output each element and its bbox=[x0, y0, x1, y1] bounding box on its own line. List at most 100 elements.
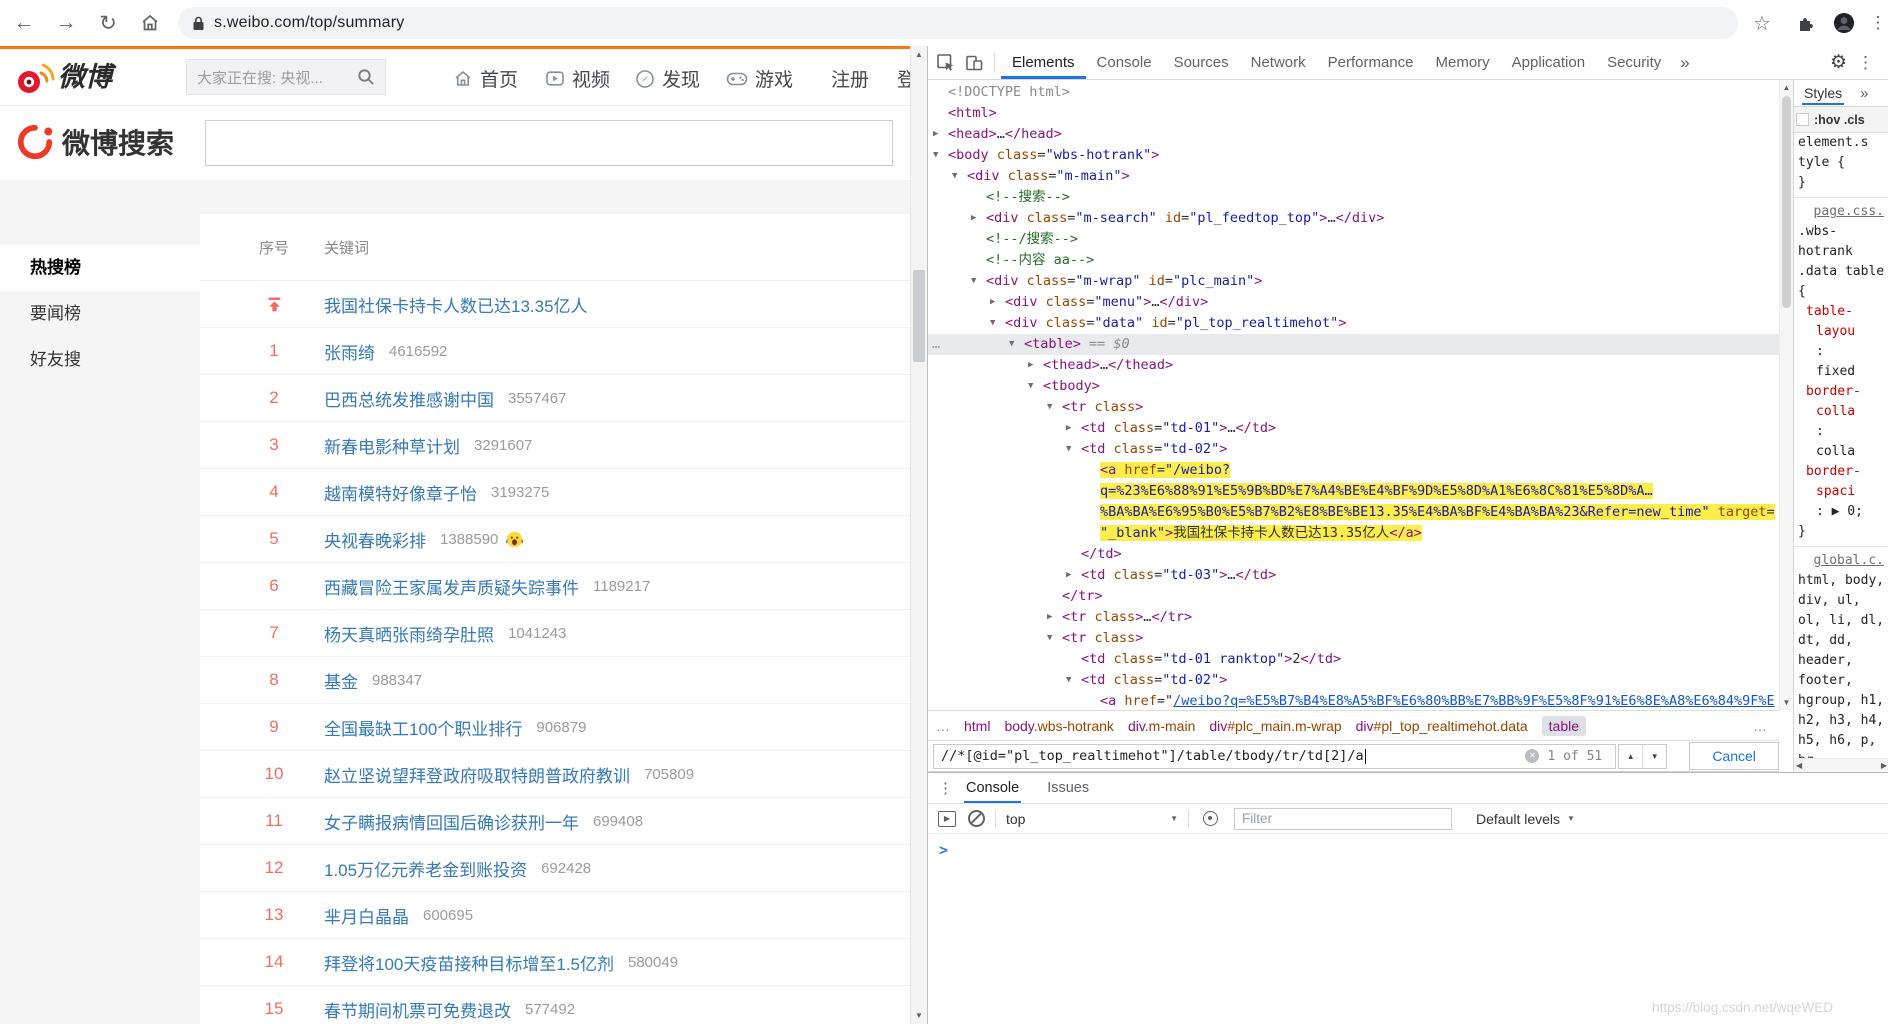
collapse-arrow-icon[interactable]: ▼ bbox=[1047, 397, 1052, 418]
console-sidebar-toggle-icon[interactable]: ▶ bbox=[938, 811, 956, 827]
inspect-element-icon[interactable] bbox=[932, 49, 960, 77]
back-icon[interactable]: ← bbox=[8, 7, 40, 39]
expand-arrow-icon[interactable]: ▶ bbox=[933, 124, 938, 145]
reload-icon[interactable]: ↻ bbox=[92, 7, 124, 39]
styles-filter-input[interactable] bbox=[1796, 113, 1809, 126]
more-tabs-icon[interactable]: » bbox=[1680, 53, 1689, 73]
collapse-arrow-icon[interactable]: ▼ bbox=[1066, 670, 1071, 691]
console-prompt[interactable]: > bbox=[939, 841, 948, 859]
dom-tree-node[interactable]: </tr> bbox=[928, 586, 1779, 607]
keyword-link[interactable]: 越南模特好像章子怡 bbox=[324, 480, 477, 505]
devtools-tab-elements[interactable]: Elements bbox=[1001, 46, 1086, 79]
console-output[interactable]: > https://blog.csdn.net/wqeWED bbox=[928, 834, 1888, 1023]
browser-menu-icon[interactable]: ⋮ bbox=[1862, 7, 1888, 39]
page-scrollbar[interactable]: ▲ ▼ bbox=[910, 46, 927, 1024]
keyword-link[interactable]: 新春电影种草计划 bbox=[324, 433, 460, 458]
elements-scrollbar-thumb[interactable] bbox=[1782, 96, 1791, 308]
main-search-input[interactable] bbox=[205, 120, 893, 166]
expand-arrow-icon[interactable]: ▶ bbox=[1066, 565, 1071, 586]
collapse-arrow-icon[interactable]: ▼ bbox=[1047, 628, 1052, 649]
keyword-link[interactable]: 我国社保卡持卡人数已达13.35亿人 bbox=[324, 292, 588, 317]
dom-tree-node[interactable]: </td> bbox=[928, 544, 1779, 565]
breadcrumb-item-body[interactable]: body.wbs-hotrank bbox=[1004, 718, 1113, 734]
breadcrumb-overflow-left[interactable]: … bbox=[936, 718, 950, 734]
browser-home-icon[interactable] bbox=[134, 7, 166, 39]
devtools-tab-performance[interactable]: Performance bbox=[1317, 46, 1425, 79]
styles-scroll-left-icon[interactable]: ◀ bbox=[1796, 761, 1802, 770]
styles-more-icon[interactable]: » bbox=[1860, 85, 1868, 102]
dom-tree-node[interactable]: ▼<td class="td-02"> bbox=[928, 670, 1779, 691]
scroll-up-icon[interactable]: ▲ bbox=[911, 50, 927, 59]
sidebar-item-热搜榜[interactable]: 热搜榜 bbox=[0, 245, 200, 291]
dom-tree-node[interactable]: ▶<tr class>…</tr> bbox=[928, 607, 1779, 628]
keyword-link[interactable]: 张雨绮 bbox=[324, 339, 375, 364]
dom-tree-node[interactable]: "_blank">我国社保卡持卡人数已达13.35亿人</a> bbox=[928, 523, 1779, 544]
elements-scroll-up-icon[interactable]: ▲ bbox=[1780, 83, 1793, 92]
nav-item-游戏[interactable]: 游戏 bbox=[726, 65, 793, 92]
keyword-link[interactable]: 芈月白晶晶 bbox=[324, 903, 409, 928]
keyword-link[interactable]: 女子瞒报病情回国后确诊获刑一年 bbox=[324, 809, 579, 834]
dom-tree-node[interactable]: <!--/搜索--> bbox=[928, 229, 1779, 250]
keyword-link[interactable]: 全国最缺工100个职业排行 bbox=[324, 715, 522, 740]
collapse-arrow-icon[interactable]: ▼ bbox=[971, 271, 976, 292]
header-search-input[interactable]: 大家正在搜: 央视... bbox=[186, 59, 386, 95]
dom-tree-node[interactable]: <a href="/weibo?q=%E5%B7%B4%E8%A5%BF%E6%… bbox=[928, 691, 1779, 710]
collapse-arrow-icon[interactable]: ▼ bbox=[990, 313, 995, 334]
dom-tree-node[interactable]: ▼<div class="m-wrap" id="plc_main"> bbox=[928, 271, 1779, 292]
bookmark-star-icon[interactable]: ☆ bbox=[1746, 7, 1778, 39]
keyword-link[interactable]: 基金 bbox=[324, 668, 358, 693]
clear-search-icon[interactable]: ✕ bbox=[1525, 749, 1539, 763]
keyword-link[interactable]: 春节期间机票可免费退改 bbox=[324, 997, 511, 1022]
weibo-logo[interactable]: 微博 bbox=[14, 58, 112, 96]
dom-tree-node[interactable]: ▶<thead>…</thead> bbox=[928, 355, 1779, 376]
breadcrumb-item-div[interactable]: div.m-main bbox=[1128, 718, 1195, 734]
elements-scroll-down-icon[interactable]: ▼ bbox=[1780, 698, 1793, 707]
dom-tree-node[interactable]: ▼<div class="m-main"> bbox=[928, 166, 1779, 187]
expand-arrow-icon[interactable]: ▶ bbox=[1047, 607, 1052, 628]
collapse-arrow-icon[interactable]: ▼ bbox=[1066, 439, 1071, 460]
keyword-link[interactable]: 拜登将100天疫苗接种目标增至1.5亿剂 bbox=[324, 950, 614, 975]
dom-tree-node[interactable]: …▼<table> == $0 bbox=[928, 334, 1779, 355]
expand-arrow-icon[interactable]: ▶ bbox=[990, 292, 995, 313]
dom-tree-node[interactable]: <td class="td-01 ranktop">2</td> bbox=[928, 649, 1779, 670]
address-bar[interactable]: s.weibo.com/top/summary bbox=[178, 7, 1738, 39]
styles-hscrollbar[interactable]: ◀ ▶ bbox=[1794, 758, 1888, 772]
clear-console-icon[interactable] bbox=[968, 810, 985, 827]
keyword-link[interactable]: 央视春晚彩排 bbox=[324, 527, 426, 552]
extension-icon[interactable] bbox=[1790, 7, 1822, 39]
nav-item-首页[interactable]: 首页 bbox=[453, 65, 518, 92]
breadcrumb-item-table[interactable]: table bbox=[1542, 716, 1586, 736]
live-expression-eye-icon[interactable] bbox=[1203, 811, 1218, 826]
dom-tree-node[interactable]: <!--内容 aa--> bbox=[928, 250, 1779, 271]
console-filter-input[interactable]: Filter bbox=[1234, 808, 1452, 830]
dom-tree-node[interactable]: ▼<tr class> bbox=[928, 397, 1779, 418]
dom-tree-node[interactable]: ▼<td class="td-02"> bbox=[928, 439, 1779, 460]
dom-tree-node[interactable]: ▼<div class="data" id="pl_top_realtimeho… bbox=[928, 313, 1779, 334]
cancel-button[interactable]: Cancel bbox=[1689, 742, 1779, 770]
dom-tree-node[interactable]: ▶<div class="menu">…</div> bbox=[928, 292, 1779, 313]
collapse-arrow-icon[interactable]: ▼ bbox=[1028, 376, 1033, 397]
dom-tree-node[interactable]: ▼<tbody> bbox=[928, 376, 1779, 397]
nav-item-视频[interactable]: 视频 bbox=[545, 65, 610, 92]
settings-gear-icon[interactable]: ⚙ bbox=[1830, 51, 1847, 74]
register-link[interactable]: 注册 bbox=[831, 65, 869, 92]
avatar[interactable] bbox=[1828, 7, 1860, 39]
dom-tree-node[interactable]: <html> bbox=[928, 103, 1779, 124]
login-link[interactable]: 登 bbox=[897, 65, 910, 92]
breadcrumb-item-div[interactable]: div#plc_main.m-wrap bbox=[1209, 718, 1341, 734]
device-toolbar-icon[interactable] bbox=[960, 49, 988, 77]
breadcrumb-item-div[interactable]: div#pl_top_realtimehot.data bbox=[1356, 718, 1528, 734]
devtools-tab-memory[interactable]: Memory bbox=[1425, 46, 1501, 79]
breadcrumb-overflow-right[interactable]: … bbox=[1753, 718, 1767, 734]
next-match-icon[interactable]: ▼ bbox=[1642, 745, 1666, 768]
devtools-tab-network[interactable]: Network bbox=[1240, 46, 1317, 79]
nav-item-发现[interactable]: 发现 bbox=[635, 65, 700, 92]
devtools-tab-application[interactable]: Application bbox=[1501, 46, 1596, 79]
dom-tree-node[interactable]: ▶<div class="m-search" id="pl_feedtop_to… bbox=[928, 208, 1779, 229]
context-select[interactable]: top ▼ bbox=[1006, 811, 1178, 827]
devtools-tab-console[interactable]: Console bbox=[1086, 46, 1163, 79]
keyword-link[interactable]: 杨天真晒张雨绮孕肚照 bbox=[324, 621, 494, 646]
dom-tree-node[interactable]: <!DOCTYPE html> bbox=[928, 82, 1779, 103]
keyword-link[interactable]: 赵立坚说望拜登政府吸取特朗普政府教训 bbox=[324, 762, 630, 787]
forward-icon[interactable]: → bbox=[50, 7, 82, 39]
